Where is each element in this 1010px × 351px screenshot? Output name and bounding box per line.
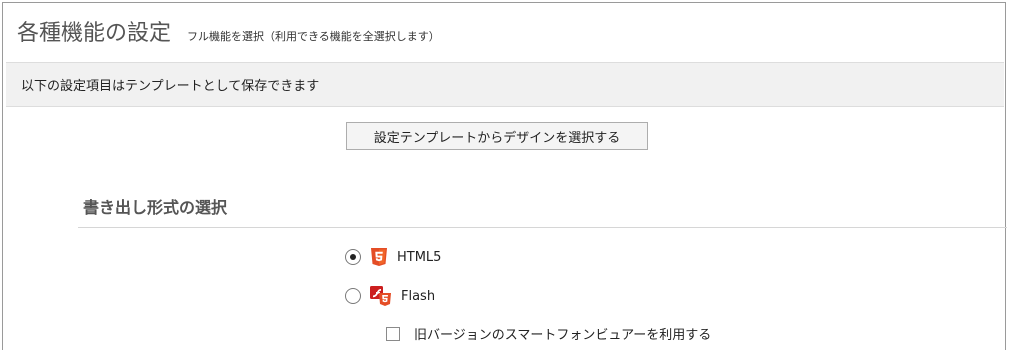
select-design-template-button[interactable]: 設定テンプレートからデザインを選択する [346,122,648,150]
flash-html5-icon [370,286,391,306]
flash-label: Flash [401,288,436,304]
info-bar: 以下の設定項目はテンプレートとして保存できます [6,62,1004,107]
settings-panel: 各種機能の設定 フル機能を選択（利用できる機能を全選択します） 以下の設定項目は… [2,2,1007,350]
page-title: 各種機能の設定 [17,21,172,46]
html5-radio[interactable] [345,249,361,265]
page-subtitle: フル機能を選択（利用できる機能を全選択します） [187,30,440,43]
html5-label: HTML5 [397,249,442,265]
legacy-viewer-label: 旧バージョンのスマートフォンビュアーを利用する [414,328,712,343]
legacy-viewer-checkbox[interactable] [386,326,400,341]
flash-radio[interactable] [345,288,361,304]
info-text: 以下の設定項目はテンプレートとして保存できます [21,79,320,94]
legacy-viewer-option[interactable]: 旧バージョンのスマートフォンビュアーを利用する [386,324,711,343]
header: 各種機能の設定 フル機能を選択（利用できる機能を全選択します） [17,15,440,49]
format-option-flash[interactable]: Flash [345,286,435,306]
format-option-html5[interactable]: HTML5 [345,247,441,267]
section-divider [78,227,1007,228]
html5-icon [371,248,387,266]
section-heading-output-format: 書き出し形式の選択 [83,198,228,217]
